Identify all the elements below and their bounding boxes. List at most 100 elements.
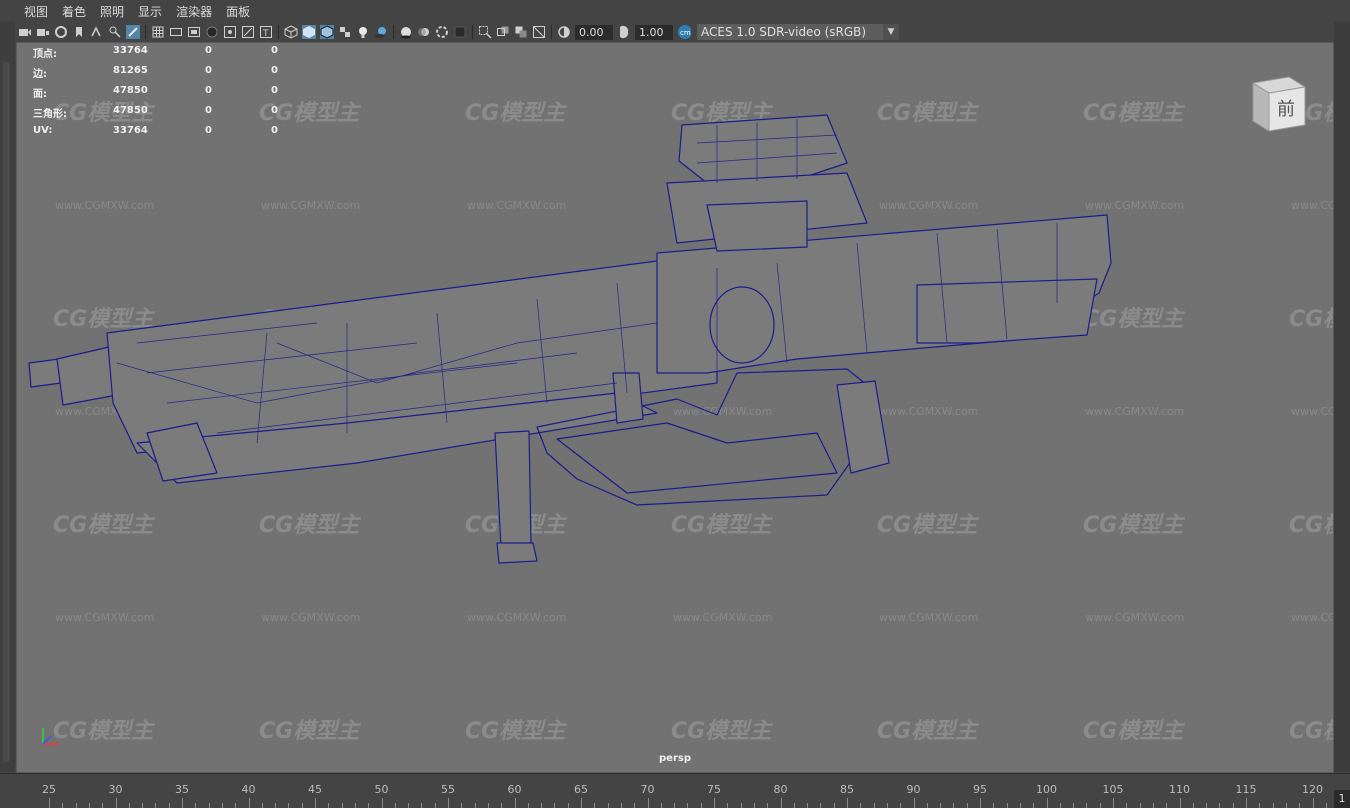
ambient-occlusion-icon[interactable] (399, 25, 413, 39)
timeline-tick (660, 803, 662, 808)
timeline-tick (1206, 803, 1208, 808)
hud-value-ignored: 0 (271, 125, 278, 136)
timeline-tick (554, 803, 556, 808)
timeline-tick-label: 100 (1036, 783, 1057, 796)
timeline-tick (208, 803, 210, 808)
viewport-menubar: 视图 着色 照明 显示 渲染器 面板 (0, 0, 1350, 22)
timeline-tick-label: 45 (308, 783, 322, 796)
hud-value-total: 81265 (113, 65, 148, 76)
wireframe-on-shaded-icon[interactable] (320, 25, 334, 39)
timeline-tick (301, 803, 303, 808)
svg-text:cm: cm (680, 29, 691, 37)
gamma-icon[interactable] (617, 25, 631, 39)
timeline-tick (487, 803, 489, 808)
timeline-tick (102, 803, 104, 808)
timeline-tick (594, 803, 596, 808)
menu-view[interactable]: 视图 (24, 3, 48, 20)
color-space-dropdown[interactable]: ACES 1.0 SDR-video (sRGB) ▼ (697, 24, 899, 40)
hud-label-uvs: UV: (33, 125, 53, 136)
view-cube[interactable]: 前 (1247, 73, 1307, 135)
left-panel-edge (0, 22, 15, 772)
color-management-icon[interactable]: cm (677, 25, 691, 39)
timeline-tick (1219, 803, 1221, 808)
gate-mask-icon[interactable] (205, 25, 219, 39)
grid-icon[interactable] (151, 25, 165, 39)
timeline-tick (461, 803, 463, 808)
viewport-3d[interactable]: CG模型主 www.CGMXW.com CG模型主 www.CGMXW.com CG模型… (16, 42, 1334, 773)
time-ruler[interactable]: 25 30 35 40 45 50 55 60 65 70 75 80 85 90 95 100 105 110 1… (0, 774, 1334, 808)
camera-attributes-icon[interactable] (54, 25, 68, 39)
timeline-tick (926, 803, 928, 808)
resolution-gate-icon[interactable] (187, 25, 201, 39)
bookmark-icon[interactable] (72, 25, 86, 39)
textured-icon[interactable] (338, 25, 352, 39)
svg-text:T: T (262, 29, 269, 39)
timeline-tick-label: 90 (906, 783, 921, 796)
xray-icon[interactable] (496, 25, 510, 39)
hud-value-selected: 0 (205, 65, 212, 76)
timeline-tick (1139, 803, 1141, 808)
timeline-tick (1126, 803, 1128, 808)
timeline-tick (142, 803, 144, 808)
hud-value-ignored: 0 (271, 65, 278, 76)
timeline-tick (235, 803, 237, 808)
timeline-tick (607, 803, 609, 808)
timeline-tick (168, 803, 170, 808)
timeline-tick (634, 803, 636, 808)
menu-panels[interactable]: 面板 (226, 3, 250, 20)
shadows-icon[interactable] (374, 25, 388, 39)
timeline-tick (953, 803, 955, 808)
isolate-select-icon[interactable] (478, 25, 492, 39)
timeline-tick (62, 803, 64, 808)
timeline-tick-label: 115 (1235, 783, 1257, 796)
timeline-tick (1006, 803, 1008, 808)
motion-blur-icon[interactable] (417, 25, 431, 39)
timeline-tick (368, 803, 370, 808)
hud-value-ignored: 0 (271, 85, 278, 96)
menu-lighting[interactable]: 照明 (100, 3, 124, 20)
toolbar-separator (393, 25, 394, 39)
view-cube-face-label: 前 (1277, 99, 1295, 120)
image-plane-icon[interactable] (90, 25, 104, 39)
hud-value-total: 47850 (113, 85, 148, 96)
film-gate-icon[interactable] (169, 25, 183, 39)
xray-joints-icon[interactable] (514, 25, 528, 39)
timeline-tick (221, 803, 223, 808)
anti-aliasing-icon[interactable] (435, 25, 449, 39)
wireframe-icon[interactable] (284, 25, 298, 39)
menu-shading[interactable]: 着色 (62, 3, 86, 20)
exposure-icon[interactable] (557, 25, 571, 39)
exposure-field[interactable]: 0.00 (575, 24, 613, 40)
hud-value-total: 33764 (113, 45, 148, 56)
xray-components-icon[interactable] (532, 25, 546, 39)
time-slider[interactable]: 25 30 35 40 45 50 55 60 65 70 75 80 85 90 95 100 105 110 1… (0, 773, 1350, 808)
safe-title-icon[interactable]: T (259, 25, 273, 39)
grease-pencil-icon[interactable] (126, 25, 140, 39)
smooth-shade-icon[interactable] (302, 25, 316, 39)
timeline-tick (767, 803, 769, 808)
timeline-tick (674, 803, 676, 808)
field-chart-icon[interactable] (223, 25, 237, 39)
timeline-tick-label: 120 (1302, 783, 1323, 796)
timeline-tick-label: 75 (707, 783, 721, 796)
menu-renderer[interactable]: 渲染器 (176, 3, 212, 20)
camera-label: persp (659, 753, 691, 764)
left-scrollbar[interactable] (3, 62, 10, 762)
camera-lock-icon[interactable] (36, 25, 50, 39)
camera-icon[interactable] (18, 25, 32, 39)
timeline-tick (900, 803, 902, 808)
timeline-tick-label: 30 (108, 783, 123, 796)
safe-action-icon[interactable] (241, 25, 255, 39)
gamma-field[interactable]: 1.00 (635, 24, 673, 40)
hud-value-selected: 0 (205, 125, 212, 136)
lights-icon[interactable] (356, 25, 370, 39)
current-frame-field[interactable]: 1 (1334, 790, 1350, 808)
menu-show[interactable]: 显示 (138, 3, 162, 20)
hud-value-selected: 0 (205, 45, 212, 56)
pan-zoom-icon[interactable] (108, 25, 122, 39)
depth-of-field-icon[interactable] (453, 25, 467, 39)
timeline-tick (1152, 803, 1154, 808)
weapon-wireframe-model[interactable] (17, 43, 1334, 773)
timeline-tick (354, 803, 356, 808)
timeline-tick (1259, 803, 1261, 808)
